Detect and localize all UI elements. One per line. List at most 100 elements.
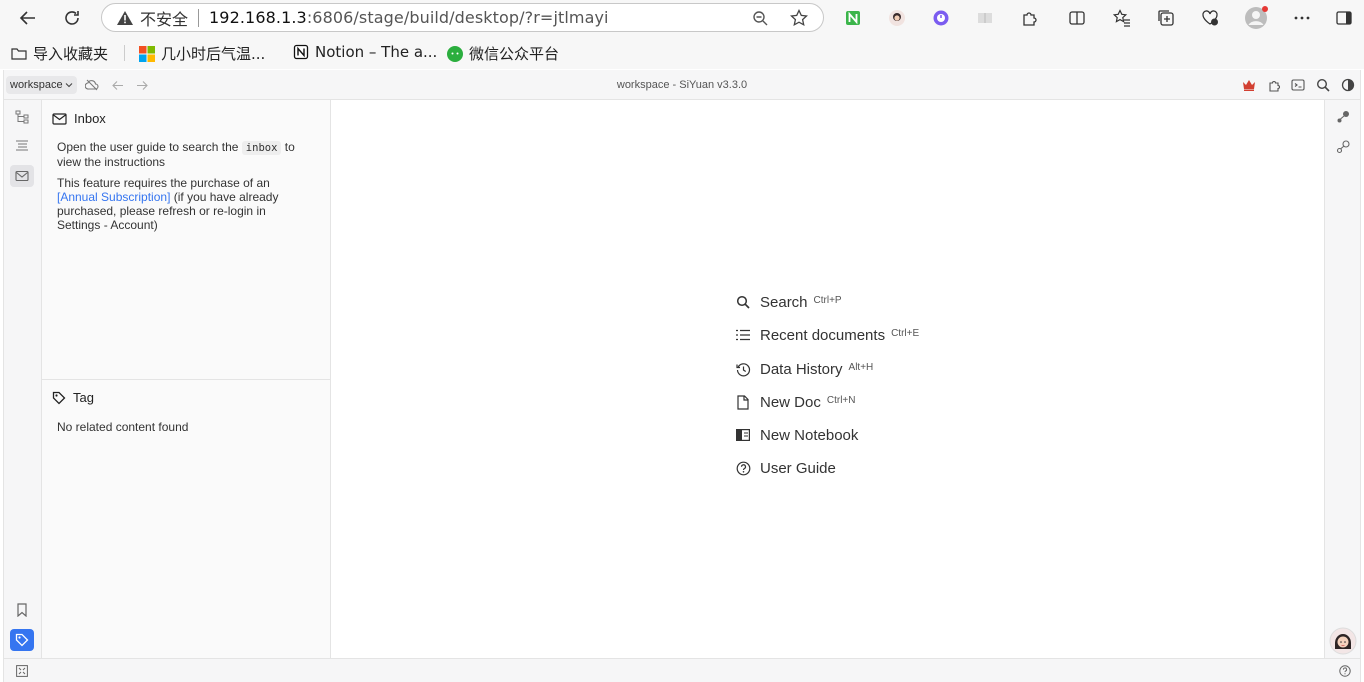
theme-mode-icon[interactable] <box>1340 77 1356 93</box>
address-bar[interactable]: 不安全 192.168.1.3:6806/stage/build/desktop… <box>101 3 824 32</box>
url-text[interactable]: 192.168.1.3:6806/stage/build/desktop/?r=… <box>209 8 609 27</box>
menu-label: Recent documents <box>760 326 886 344</box>
help-icon[interactable] <box>1339 665 1351 677</box>
sub-line-2: (if you have already <box>173 190 279 204</box>
notebook-icon <box>735 429 751 441</box>
menu-label: New Notebook <box>760 426 859 444</box>
history-icon <box>735 362 751 377</box>
extension-book-icon[interactable] <box>969 2 1001 34</box>
annual-subscription-link[interactable]: [Annual Subscription] <box>57 190 170 204</box>
back-arrow-icon[interactable] <box>12 2 44 34</box>
reload-icon[interactable] <box>56 2 88 34</box>
more-menu-icon[interactable] <box>1286 2 1318 34</box>
search-icon <box>735 295 751 309</box>
favorite-star-icon[interactable] <box>790 9 808 27</box>
split-screen-icon[interactable] <box>1061 2 1093 34</box>
extensions-puzzle-icon[interactable] <box>1013 2 1045 34</box>
bookmark-label: 几小时后气温... <box>161 45 266 63</box>
menu-label: New Doc <box>760 393 821 411</box>
menu-label: Data History <box>760 360 843 378</box>
url-path: :6806/stage/build/desktop/?r=jtlmayi <box>306 8 609 27</box>
vip-crown-icon[interactable] <box>1241 77 1257 93</box>
menu-label: User Guide <box>760 459 836 477</box>
side-panel: Inbox Open the user guide to search the … <box>42 100 331 658</box>
menu-hotkey: Ctrl+N <box>826 395 856 406</box>
tag-empty-text: No related content found <box>57 420 189 434</box>
microsoft-logo-icon <box>139 45 155 62</box>
help-icon <box>735 461 751 476</box>
assistant-avatar-icon[interactable] <box>1329 627 1357 655</box>
menu-hotkey: Alt+H <box>848 362 874 373</box>
zoom-icon[interactable] <box>752 10 768 26</box>
bookmark-separator <box>124 45 125 61</box>
profile-avatar-icon[interactable] <box>1240 2 1272 34</box>
tag-icon <box>52 391 66 404</box>
bookmarks-bar: 导入收藏夹 几小时后气温... Notion – The a... 微信公众平台 <box>0 36 1364 69</box>
file-icon <box>735 394 751 410</box>
browser-toolbar: 不安全 192.168.1.3:6806/stage/build/desktop… <box>0 0 1364 36</box>
bookmark-dock-icon[interactable] <box>10 599 34 621</box>
tag-title: Tag <box>73 390 94 405</box>
sidebar-toggle-icon[interactable] <box>1328 2 1360 34</box>
bookmark-label: 导入收藏夹 <box>33 45 109 63</box>
extension-n-icon[interactable] <box>837 2 869 34</box>
menu-user-guide[interactable]: User Guide <box>735 457 836 479</box>
list-icon <box>735 329 751 341</box>
inbox-code: inbox <box>241 141 282 155</box>
collections-icon[interactable] <box>1150 2 1182 34</box>
bookmark-label: 微信公众平台 <box>469 45 560 63</box>
warning-icon[interactable] <box>116 10 136 26</box>
siyuan-app: workspace workspace - SiYuan v3.3.0 Inbo… <box>3 70 1361 682</box>
graph-view-icon[interactable] <box>1336 110 1350 124</box>
tag-dock-icon[interactable] <box>10 629 34 651</box>
bookmark-notion[interactable]: Notion – The a... <box>293 43 437 61</box>
inbox-title: Inbox <box>74 111 106 126</box>
app-title: workspace - SiYuan v3.3.0 <box>616 79 748 91</box>
inbox-icon <box>52 112 67 125</box>
plugin-icon[interactable] <box>1266 77 1282 93</box>
menu-hotkey: Ctrl+E <box>891 328 920 339</box>
menu-label: Search <box>760 293 808 311</box>
bookmark-weather[interactable]: 几小时后气温... <box>139 43 265 64</box>
menu-new-notebook[interactable]: New Notebook <box>735 424 858 446</box>
guide-text-start: Open the user guide to search the <box>57 140 239 154</box>
address-separator <box>198 8 200 27</box>
menu-hotkey: Ctrl+P <box>813 295 842 306</box>
menu-search[interactable]: Search Ctrl+P <box>735 291 842 313</box>
left-dock <box>4 100 42 658</box>
menu-new-doc[interactable]: New Doc Ctrl+N <box>735 391 855 413</box>
guide-line-2: view the instructions <box>57 155 166 169</box>
performance-heart-icon[interactable] <box>1194 2 1226 34</box>
dock-toggle-icon[interactable] <box>16 665 28 677</box>
sub-line-3: purchased, please refresh or re-login in <box>57 204 266 218</box>
inbox-header: Inbox <box>52 111 106 126</box>
outline-icon[interactable] <box>10 135 34 157</box>
file-tree-icon[interactable] <box>10 106 34 128</box>
extension-avatar-icon[interactable] <box>881 2 913 34</box>
folder-import-icon <box>11 47 27 60</box>
sub-line-4: Settings - Account) <box>57 218 158 232</box>
url-host: 192.168.1.3 <box>209 8 307 27</box>
editor-area: Search Ctrl+P Recent documents Ctrl+E Da… <box>331 100 1324 658</box>
app-toolbar: workspace workspace - SiYuan v3.3.0 <box>4 70 1360 100</box>
favorites-list-icon[interactable] <box>1106 2 1138 34</box>
notion-logo-icon <box>293 44 309 60</box>
global-graph-icon[interactable] <box>1336 140 1350 154</box>
inbox-guide-text: Open the user guide to search the inbox … <box>57 140 295 169</box>
search-icon[interactable] <box>1315 77 1331 93</box>
bookmark-wechat[interactable]: 微信公众平台 <box>447 43 559 64</box>
extension-timer-icon[interactable] <box>925 2 957 34</box>
bookmark-import[interactable]: 导入收藏夹 <box>11 43 108 64</box>
menu-recent-documents[interactable]: Recent documents Ctrl+E <box>735 324 919 346</box>
subscription-notice: This feature requires the purchase of an… <box>57 176 278 232</box>
menu-data-history[interactable]: Data History Alt+H <box>735 358 873 380</box>
security-label[interactable]: 不安全 <box>140 6 188 30</box>
bookmark-label: Notion – The a... <box>315 43 438 61</box>
sub-line-1: This feature requires the purchase of an <box>57 176 270 190</box>
guide-text-end: to <box>284 140 295 154</box>
command-panel-icon[interactable] <box>1290 77 1306 93</box>
tag-header: Tag <box>52 390 94 405</box>
panel-divider <box>42 379 330 380</box>
right-dock <box>1324 100 1360 658</box>
inbox-dock-icon[interactable] <box>10 165 34 187</box>
